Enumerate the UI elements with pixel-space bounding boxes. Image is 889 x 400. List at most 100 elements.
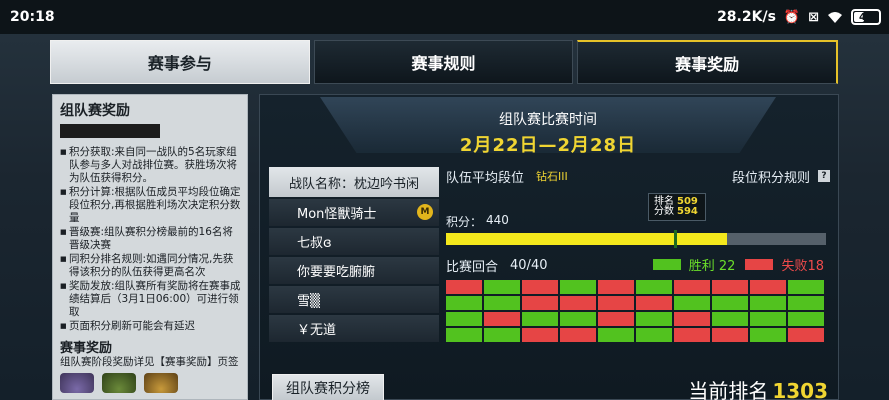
tooltip-label: 排名分数 bbox=[654, 196, 674, 217]
reward-item-icon[interactable] bbox=[102, 373, 136, 393]
score-value: 440 bbox=[486, 213, 509, 227]
rank-rules-label: 段位积分规则 bbox=[731, 170, 810, 186]
loss-cell bbox=[712, 328, 748, 342]
current-rank-label: 当前排名 bbox=[688, 379, 769, 400]
status-time: 20:18 bbox=[10, 9, 55, 25]
rounds-label: 比赛回合 bbox=[446, 259, 499, 275]
win-cell bbox=[788, 296, 824, 310]
tooltip-values: 509 594 bbox=[677, 197, 698, 217]
team-roster: 战队名称：枕边吟书闲 Mon怪獸骑士 M 七叔ɞ 你要要吃腑腑 雪▒ ￥无道 bbox=[269, 167, 439, 342]
win-cell bbox=[560, 280, 596, 294]
battery-icon: 48 bbox=[851, 9, 881, 25]
member-row[interactable]: ￥无道 bbox=[269, 315, 439, 342]
wifi-icon bbox=[827, 11, 843, 24]
score-progress-fill bbox=[446, 233, 728, 245]
member-name: ￥无道 bbox=[297, 323, 337, 338]
loss-cell bbox=[674, 280, 710, 294]
status-bar: 20:18 28.2K/s ⏰ ⊠ 48 bbox=[0, 0, 889, 34]
close-box-icon: ⊠ bbox=[808, 9, 819, 25]
rule-item: 同积分排名规则:如遇同分情况,先获得该积分的队伍获得更高名次 bbox=[60, 253, 241, 279]
loss-cell bbox=[522, 296, 558, 310]
member-row[interactable]: 你要要吃腑腑 bbox=[269, 257, 439, 284]
loss-cell bbox=[598, 296, 634, 310]
leaderboard-button[interactable]: 组队赛积分榜 bbox=[272, 374, 384, 400]
redacted-text bbox=[60, 124, 160, 138]
win-cell bbox=[522, 312, 558, 326]
tooltip-value-2: 594 bbox=[677, 206, 698, 217]
loss-cell bbox=[674, 328, 710, 342]
win-cell bbox=[636, 280, 672, 294]
member-name: Mon怪獸骑士 bbox=[297, 207, 377, 222]
current-rank-value: 1303 bbox=[772, 379, 828, 400]
win-cell bbox=[446, 328, 482, 342]
reward-item-icon[interactable] bbox=[144, 373, 178, 393]
battery-level: 48 bbox=[859, 11, 873, 23]
loss-cell bbox=[674, 312, 710, 326]
win-swatch bbox=[652, 259, 681, 270]
info-title: 组队赛奖励 bbox=[60, 103, 130, 119]
rank-score-tooltip: 排名分数 509 594 bbox=[648, 193, 706, 221]
rule-item: 晋级赛:组队赛积分榜最前的16名将晋级决赛 bbox=[60, 226, 241, 252]
win-cell bbox=[712, 312, 748, 326]
reward-icons bbox=[60, 373, 241, 393]
rank-row: 队伍平均段位 钻石III 段位积分规则 ? bbox=[446, 167, 830, 186]
status-icons: 28.2K/s ⏰ ⊠ 48 bbox=[717, 9, 881, 25]
member-name: 你要要吃腑腑 bbox=[297, 265, 376, 280]
rule-item: 页面积分刷新可能会有延迟 bbox=[60, 320, 241, 333]
loss-cell bbox=[712, 280, 748, 294]
match-result-grid bbox=[446, 280, 830, 342]
team-name: 战队名称：枕边吟书闲 bbox=[269, 167, 439, 197]
tab-rules[interactable]: 赛事规则 bbox=[313, 40, 574, 84]
member-row[interactable]: Mon怪獸骑士 M bbox=[269, 199, 439, 226]
member-row[interactable]: 雪▒ bbox=[269, 286, 439, 313]
alarm-icon: ⏰ bbox=[783, 9, 801, 25]
loss-cell bbox=[446, 280, 482, 294]
info-panel[interactable]: 组队赛奖励 积分获取:来自同一战队的5名玩家组队参与多人对战排位赛。获胜场次将为… bbox=[52, 94, 248, 400]
rule-item: 奖励发放:组队赛所有奖励将在赛事成绩结算后（3月1日06:00）可进行领取 bbox=[60, 280, 241, 319]
member-name: 雪▒ bbox=[297, 294, 320, 309]
score-row: 积分： 440 bbox=[446, 213, 509, 230]
rounds-row: 比赛回合 40/40 胜利 22 失败18 bbox=[446, 255, 830, 275]
loss-legend: 失败18 bbox=[745, 255, 824, 274]
loss-count: 失败18 bbox=[781, 259, 824, 274]
network-speed: 28.2K/s bbox=[717, 9, 776, 25]
loss-cell bbox=[788, 328, 824, 342]
avg-rank-value: 钻石III bbox=[536, 170, 568, 183]
main-panel: 组队赛比赛时间 2月22日—2月28日 战队名称：枕边吟书闲 Mon怪獸骑士 M… bbox=[259, 94, 839, 400]
tab-participation[interactable]: 赛事参与 bbox=[50, 40, 310, 84]
schedule-date: 2月22日—2月28日 bbox=[459, 135, 637, 156]
win-cell bbox=[636, 312, 672, 326]
member-row[interactable]: 七叔ɞ bbox=[269, 228, 439, 255]
tab-rewards[interactable]: 赛事奖励 bbox=[577, 40, 839, 84]
schedule-banner: 组队赛比赛时间 2月22日—2月28日 bbox=[320, 97, 776, 153]
avg-rank-label: 队伍平均段位 bbox=[446, 170, 525, 186]
reward-item-icon[interactable] bbox=[60, 373, 94, 393]
reward-section-text: 组队赛阶段奖励详见【赛事奖励】页签 bbox=[60, 356, 239, 368]
schedule-title: 组队赛比赛时间 bbox=[499, 112, 597, 128]
loss-swatch bbox=[745, 259, 774, 270]
loss-cell bbox=[750, 280, 786, 294]
win-count: 胜利 22 bbox=[688, 259, 736, 274]
rank-rules[interactable]: 段位积分规则 ? bbox=[732, 167, 830, 186]
loss-cell bbox=[522, 280, 558, 294]
member-name: 七叔ɞ bbox=[297, 236, 332, 251]
win-cell bbox=[712, 296, 748, 310]
result-legend: 胜利 22 失败18 bbox=[652, 255, 824, 274]
reward-section-title: 赛事奖励 bbox=[60, 341, 113, 356]
rule-item: 积分计算:根据队伍成员平均段位确定段位积分,再根据胜利场次决定积分数量 bbox=[60, 186, 241, 225]
win-cell bbox=[750, 296, 786, 310]
win-cell bbox=[598, 328, 634, 342]
loss-cell bbox=[598, 280, 634, 294]
win-cell bbox=[636, 328, 672, 342]
rule-item: 积分获取:来自同一战队的5名玩家组队参与多人对战排位赛。获胜场次将为队伍获得积分… bbox=[60, 146, 241, 185]
score-label: 积分： bbox=[446, 215, 483, 229]
loss-cell bbox=[560, 296, 596, 310]
win-cell bbox=[674, 296, 710, 310]
win-cell bbox=[446, 312, 482, 326]
help-icon[interactable]: ? bbox=[818, 170, 830, 182]
win-cell bbox=[788, 280, 824, 294]
medal-icon: M bbox=[417, 204, 433, 220]
win-cell bbox=[750, 312, 786, 326]
win-cell bbox=[484, 280, 520, 294]
win-legend: 胜利 22 bbox=[652, 255, 736, 274]
